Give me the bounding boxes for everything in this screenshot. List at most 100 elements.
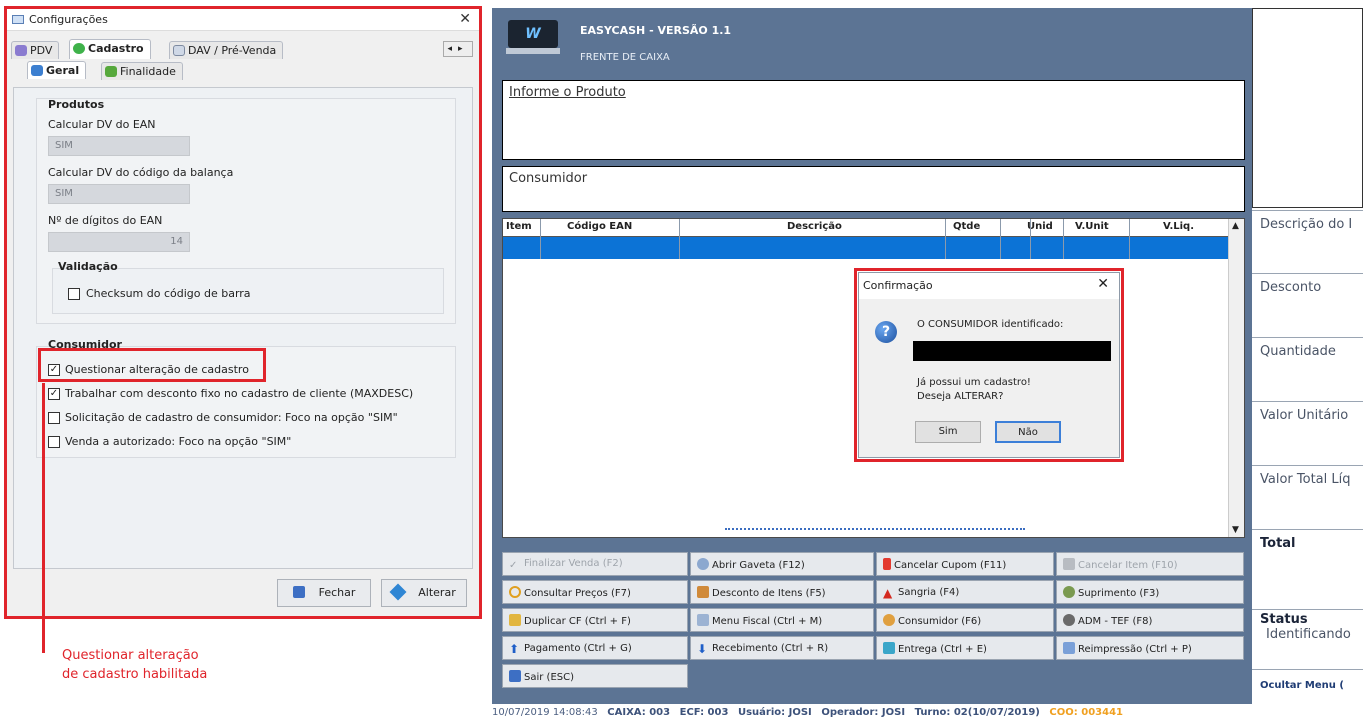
cancelar-item-button[interactable]: Cancelar Item (F10) [1056, 552, 1244, 576]
duplicate-icon [509, 614, 521, 626]
reimpressao-button[interactable]: Reimpressão (Ctrl + P) [1056, 636, 1244, 660]
question-icon: ? [875, 321, 897, 343]
check-icon: ✓ [509, 560, 518, 571]
nao-button[interactable]: Não [995, 421, 1061, 443]
status-turno: Turno: 02(10/07/2019) [914, 707, 1040, 718]
consultar-precos-button[interactable]: Consultar Preços (F7) [502, 580, 688, 604]
minus-icon [1063, 558, 1075, 570]
printer-icon [1063, 642, 1075, 654]
button-label: Sair (ESC) [524, 672, 574, 683]
suprimento-button[interactable]: Suprimento (F3) [1056, 580, 1244, 604]
entrega-button[interactable]: Entrega (Ctrl + E) [876, 636, 1054, 660]
valor-unitario-cell: Valor Unitário [1252, 402, 1363, 466]
recebimento-button[interactable]: ⬇ Recebimento (Ctrl + R) [690, 636, 874, 660]
dialog-message2: Já possui um cadastro! [917, 377, 1031, 388]
col-codigo-ean: Código EAN [567, 221, 633, 232]
redacted-consumer [913, 341, 1111, 361]
document-icon [697, 614, 709, 626]
desconto-itens-button[interactable]: Desconto de Itens (F5) [690, 580, 874, 604]
sangria-button[interactable]: ▲ Sangria (F4) [876, 580, 1054, 604]
button-label: Finalizar Venda (F2) [524, 558, 623, 569]
col-sep [1030, 219, 1031, 259]
total-cell: Total [1252, 530, 1363, 610]
adm-tef-button[interactable]: ADM - TEF (F8) [1056, 608, 1244, 632]
status-title: Status [1260, 612, 1308, 627]
informe-produto-label: Informe o Produto [509, 85, 626, 100]
dialog-title-bar: Confirmação ✕ [859, 273, 1119, 299]
pos-subtitle: FRENTE DE CAIXA [580, 52, 670, 63]
informe-produto-panel[interactable]: Informe o Produto [502, 80, 1245, 160]
col-sep [1063, 219, 1064, 259]
dialog-message1: O CONSUMIDOR identificado: [917, 319, 1064, 330]
pagamento-button[interactable]: ⬆ Pagamento (Ctrl + G) [502, 636, 688, 660]
status-ecf: ECF: 003 [679, 707, 729, 718]
confirmation-dialog: Confirmação ✕ ? O CONSUMIDOR identificad… [858, 272, 1120, 458]
status-caixa: CAIXA: 003 [607, 707, 671, 718]
discount-icon [697, 586, 709, 598]
annotation-line2: de cadastro habilitada [62, 667, 208, 682]
easycash-logo: W [508, 20, 558, 48]
users-icon [883, 614, 895, 626]
scroll-down-icon[interactable]: ▼ [1232, 525, 1239, 535]
cancelar-cupom-button[interactable]: Cancelar Cupom (F11) [876, 552, 1054, 576]
monitor-icon [883, 642, 895, 654]
descricao-cell: Descrição do I [1252, 210, 1363, 274]
annotation-line1: Questionar alteração [62, 648, 199, 663]
grid-horizontal-scrollbar[interactable] [503, 525, 1228, 537]
button-label: Sangria (F4) [898, 587, 960, 598]
ocultar-menu-link[interactable]: Ocultar Menu ( [1252, 670, 1363, 700]
status-operador: Operador: JOSI [821, 707, 906, 718]
consumidor-label: Consumidor [509, 171, 588, 186]
quantidade-cell: Quantidade [1252, 338, 1363, 402]
col-sep [1129, 219, 1130, 259]
button-label: Menu Fiscal (Ctrl + M) [712, 616, 823, 627]
col-sep [945, 219, 946, 259]
button-label: Recebimento (Ctrl + R) [712, 643, 829, 654]
consumidor-button[interactable]: Consumidor (F6) [876, 608, 1054, 632]
sair-button[interactable]: Sair (ESC) [502, 664, 688, 688]
status-coo: COO: 003441 [1049, 707, 1123, 718]
arrow-up-icon: ⬆ [509, 642, 520, 656]
button-label: Reimpressão (Ctrl + P) [1078, 644, 1192, 655]
desconto-cell: Desconto [1252, 274, 1363, 338]
button-label: Consumidor (F6) [898, 616, 982, 627]
button-label: Cancelar Cupom (F11) [894, 560, 1007, 571]
exit-icon [509, 670, 521, 682]
annotation-line [42, 383, 45, 653]
admin-icon [1063, 614, 1075, 626]
col-sep [1000, 219, 1001, 259]
duplicar-cf-button[interactable]: Duplicar CF (Ctrl + F) [502, 608, 688, 632]
dialog-title: Confirmação [863, 279, 933, 292]
grid-header: Item Código EAN Descrição Qtde Unid V.Un… [503, 219, 1228, 237]
consumidor-panel[interactable]: Consumidor [502, 166, 1245, 212]
money-bag-icon [1063, 586, 1075, 598]
button-label: Abrir Gaveta (F12) [712, 560, 805, 571]
col-vunit: V.Unit [1075, 221, 1109, 232]
scroll-thumb[interactable] [725, 528, 1025, 532]
search-icon [509, 586, 521, 598]
warning-icon: ▲ [883, 586, 893, 600]
grid-vertical-scrollbar[interactable]: ▲ ▼ [1228, 219, 1244, 537]
scroll-up-icon[interactable]: ▲ [1232, 221, 1239, 231]
finalizar-venda-button[interactable]: ✓ Finalizar Venda (F2) [502, 552, 688, 576]
menu-fiscal-button[interactable]: Menu Fiscal (Ctrl + M) [690, 608, 874, 632]
pos-title: EASYCASH - VERSÃO 1.1 [580, 24, 732, 37]
col-sep [540, 219, 541, 259]
selected-row[interactable] [503, 237, 1228, 259]
highlight-questionar-option [38, 348, 266, 382]
sim-button[interactable]: Sim [915, 421, 981, 443]
button-label: Consultar Preços (F7) [524, 588, 631, 599]
button-label: Suprimento (F3) [1078, 588, 1160, 599]
button-label: ADM - TEF (F8) [1078, 616, 1153, 627]
abrir-gaveta-button[interactable]: Abrir Gaveta (F12) [690, 552, 874, 576]
close-icon[interactable]: ✕ [1097, 276, 1109, 292]
status-value: Identificando [1266, 627, 1351, 642]
status-bar: 10/07/2019 14:08:43 CAIXA: 003 ECF: 003 … [492, 704, 1363, 722]
col-item: Item [506, 221, 532, 232]
button-label: Desconto de Itens (F5) [712, 588, 826, 599]
col-descricao: Descrição [787, 221, 842, 232]
annotation-text: Questionar alteração de cadastro habilit… [62, 646, 207, 684]
valor-total-cell: Valor Total Líq [1252, 466, 1363, 530]
button-label: Cancelar Item (F10) [1078, 560, 1178, 571]
right-top-panel [1252, 8, 1363, 208]
